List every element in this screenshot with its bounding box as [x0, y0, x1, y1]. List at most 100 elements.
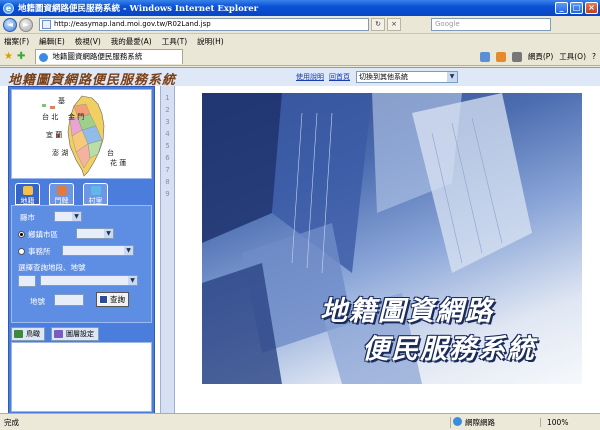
tool-strip: 1 2 3 4 5 6 7 8 9 [160, 86, 175, 414]
minimize-button[interactable]: _ [555, 2, 568, 14]
page-content: 地籍圖資網路便民服務系統 使用說明 回首頁 切換到其他系統 ▼ 基 台 北 宜 … [0, 67, 600, 414]
globe-icon [453, 416, 462, 426]
tools-menu[interactable]: 工具(O) [559, 51, 586, 62]
strip-number: 9 [165, 190, 170, 198]
menu-view[interactable]: 檢視(V) [75, 36, 101, 47]
taiwan-map-graphic [42, 95, 105, 177]
chevron-down-icon: ▼ [124, 246, 133, 255]
home-icon[interactable] [479, 51, 490, 62]
query-icon [99, 295, 108, 304]
home-link[interactable]: 回首頁 [329, 73, 350, 81]
tab-village[interactable]: 村里 [83, 183, 108, 205]
strip-number: 4 [165, 130, 170, 138]
tab-overview-label: 鳥瞰 [26, 330, 40, 338]
status-text: 完成 [4, 417, 19, 427]
map-label: 金 門 [68, 113, 85, 121]
splash-title-line2: 便民服務系統 [362, 334, 536, 365]
tab-overview[interactable]: 鳥瞰 [11, 327, 45, 341]
district-select[interactable]: ▼ [76, 228, 114, 239]
layers-icon [54, 330, 63, 338]
map-label: 宜 蘭 [46, 131, 63, 139]
overview-panel [11, 342, 152, 412]
zoom-level[interactable]: 100% [540, 417, 568, 427]
address-input[interactable]: http://easymap.land.moi.gov.tw/R02Land.j… [39, 18, 369, 31]
site-header: 地籍圖資網路便民服務系統 使用說明 回首頁 切換到其他系統 ▼ [0, 68, 600, 88]
browser-tab[interactable]: 地籍圖資網路便民服務系統 [35, 49, 184, 64]
menu-edit[interactable]: 編輯(E) [39, 36, 65, 47]
district-radio[interactable] [18, 231, 25, 238]
strip-number: 1 [165, 94, 170, 102]
taiwan-overview-map[interactable]: 基 台 北 宜 蘭 台 花 蓮 澎 湖 金 門 [11, 89, 152, 179]
chevron-down-icon: ▼ [104, 229, 113, 238]
section-code-input[interactable] [18, 275, 36, 287]
switch-system-value: 切換到其他系統 [359, 73, 408, 81]
lot-label: 地號 [30, 297, 45, 306]
menu-help[interactable]: 說明(H) [197, 36, 224, 47]
county-select[interactable]: ▼ [54, 211, 82, 222]
house-icon [57, 186, 67, 195]
status-bar: 完成 網際網路 100% [0, 413, 600, 430]
tab-address[interactable]: 門牌 [49, 183, 74, 205]
favorites-star-icon[interactable]: ★ [4, 51, 13, 62]
query-button-label: 查詢 [110, 295, 125, 304]
print-icon[interactable] [511, 51, 522, 62]
strip-number: 3 [165, 118, 170, 126]
left-panel: 基 台 北 宜 蘭 台 花 蓮 澎 湖 金 門 地籍 門牌 村里 縣市 ▼ 鄉鎮… [8, 86, 155, 414]
district-radio-label: 鄉鎮市區 [28, 230, 58, 239]
stop-button[interactable]: × [387, 18, 401, 31]
page-menu[interactable]: 網頁(P) [528, 51, 553, 62]
section-select[interactable]: ▼ [40, 275, 138, 286]
overview-icon [14, 330, 23, 338]
office-radio[interactable] [18, 248, 25, 255]
address-toolbar: ◄ ► http://easymap.land.moi.gov.tw/R02La… [0, 16, 600, 34]
query-form: 縣市 ▼ 鄉鎮市區 ▼ 事務所 ▼ 選擇查詢地段、地號 ▼ 地號 查詢 [11, 205, 152, 323]
section-label: 選擇查詢地段、地號 [18, 263, 86, 272]
tab-layers-label: 圖層設定 [66, 330, 94, 338]
county-label: 縣市 [20, 213, 35, 222]
strip-number: 8 [165, 178, 170, 186]
query-button[interactable]: 查詢 [96, 292, 129, 307]
menu-favorites[interactable]: 我的最愛(A) [111, 36, 152, 47]
help-link[interactable]: 使用說明 [296, 73, 324, 81]
map-label: 花 蓮 [110, 159, 127, 167]
chevron-down-icon: ▼ [128, 276, 137, 285]
security-zone-label: 網際網路 [465, 417, 495, 427]
command-bar: 網頁(P) 工具(O) ? [474, 51, 600, 62]
feeds-icon[interactable] [495, 51, 506, 62]
tab-cadastral-label: 地籍 [20, 197, 35, 205]
strip-number: 7 [165, 166, 170, 174]
tab-page-icon [39, 53, 49, 62]
chevron-down-icon: ▼ [447, 72, 457, 82]
maximize-button[interactable]: □ [570, 2, 583, 14]
security-zone: 網際網路 [450, 416, 540, 428]
menu-file[interactable]: 檔案(F) [4, 36, 29, 47]
add-favorite-icon[interactable]: ✚ [17, 51, 25, 62]
switch-system-select[interactable]: 切換到其他系統 ▼ [356, 71, 458, 83]
map-label: 澎 湖 [52, 149, 69, 157]
tab-layers[interactable]: 圖層設定 [51, 327, 99, 341]
lot-number-input[interactable] [54, 294, 84, 306]
help-menu[interactable]: ? [592, 52, 596, 61]
office-select[interactable]: ▼ [62, 245, 134, 256]
menu-bar: 檔案(F) 編輯(E) 檢視(V) 我的最愛(A) 工具(T) 說明(H) [0, 35, 600, 48]
window-titlebar: e 地籍圖資網路便民服務系統 - Windows Internet Explor… [0, 0, 600, 16]
header-links: 使用說明 回首頁 [296, 72, 355, 82]
window-title: 地籍圖資網路便民服務系統 - Windows Internet Explorer [18, 4, 259, 14]
ie-logo-icon: e [3, 2, 14, 14]
back-button[interactable]: ◄ [3, 17, 17, 32]
query-tabs: 地籍 門牌 村里 [11, 183, 152, 205]
menu-tools[interactable]: 工具(T) [162, 36, 187, 47]
village-icon [91, 186, 101, 195]
chevron-down-icon: ▼ [72, 212, 81, 221]
city-splash-image: 地籍圖資網路 便民服務系統 [202, 93, 582, 384]
office-radio-label: 事務所 [28, 247, 51, 256]
close-button[interactable]: × [585, 2, 598, 14]
tab-cadastral[interactable]: 地籍 [15, 183, 40, 205]
search-input[interactable]: Google [431, 18, 551, 31]
tab-bar: ★ ✚ 地籍圖資網路便民服務系統 網頁(P) 工具(O) ? [0, 48, 600, 66]
splash-title-line1: 地籍圖資網路 [320, 296, 494, 327]
forward-button[interactable]: ► [19, 17, 33, 32]
strip-number: 6 [165, 154, 170, 162]
refresh-button[interactable]: ↻ [371, 18, 385, 31]
tab-label: 地籍圖資網路便民服務系統 [52, 52, 143, 61]
